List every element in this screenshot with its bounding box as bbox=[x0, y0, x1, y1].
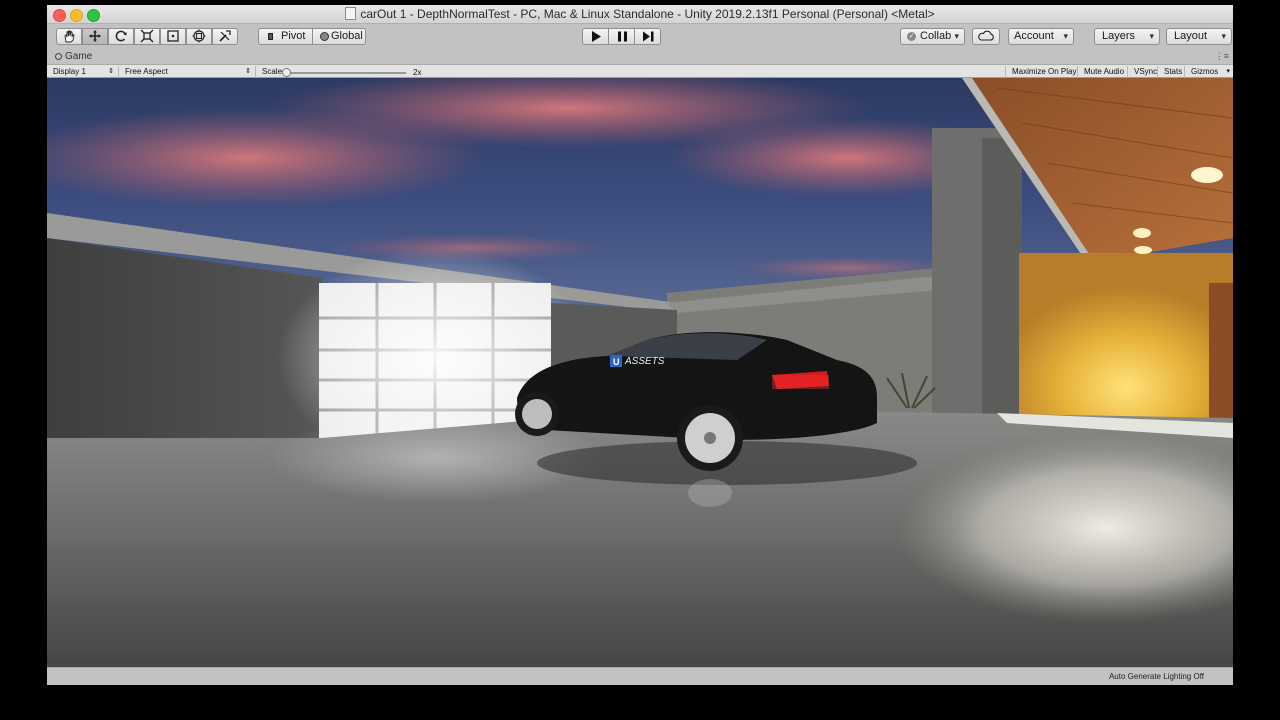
collab-label: Collab bbox=[920, 30, 952, 42]
collab-dropdown[interactable]: ✓ Collab bbox=[900, 28, 965, 45]
tab-game[interactable]: Game bbox=[55, 51, 92, 62]
step-icon bbox=[643, 31, 654, 42]
svg-text:U: U bbox=[613, 357, 620, 367]
mute-audio-toggle[interactable]: Mute Audio bbox=[1078, 66, 1128, 78]
unity-window: carOut 1 - DepthNormalTest - PC, Mac & L… bbox=[47, 5, 1233, 685]
hand-tool-button[interactable] bbox=[56, 28, 82, 45]
aspect-label: Free Aspect bbox=[125, 67, 168, 76]
scale-tool-button[interactable] bbox=[134, 28, 160, 45]
account-label: Account bbox=[1014, 30, 1054, 42]
scale-value: 2x bbox=[413, 68, 422, 77]
status-message: Auto Generate Lighting Off bbox=[1108, 672, 1204, 681]
move-icon bbox=[89, 30, 101, 42]
gizmos-dropdown[interactable]: Gizmos ▾ bbox=[1185, 66, 1233, 78]
display-label: Display 1 bbox=[53, 67, 86, 76]
display-dropdown[interactable]: Display 1 ⇕ bbox=[47, 66, 119, 78]
layers-dropdown[interactable]: Layers bbox=[1094, 28, 1160, 45]
scale-icon bbox=[140, 29, 154, 43]
chevron-down-icon: ▾ bbox=[1226, 68, 1230, 75]
pivot-icon bbox=[268, 33, 273, 40]
game-viewport[interactable]: U ASSETS bbox=[47, 78, 1233, 667]
garage-scene: U ASSETS bbox=[47, 78, 1233, 667]
cloud-button[interactable] bbox=[972, 28, 1000, 45]
car-badge-text: ASSETS bbox=[624, 356, 665, 367]
custom-tool-button[interactable] bbox=[212, 28, 238, 45]
document-icon bbox=[345, 7, 357, 20]
layers-label: Layers bbox=[1102, 30, 1136, 42]
stats-label: Stats bbox=[1164, 67, 1183, 76]
scale-control: Scale 2x bbox=[256, 66, 436, 78]
move-tool-button[interactable] bbox=[82, 28, 108, 45]
globe-icon bbox=[320, 32, 329, 41]
scale-slider-track[interactable] bbox=[286, 72, 406, 74]
main-toolbar: Pivot Global ✓ Collab Account Layers bbox=[47, 24, 1233, 50]
scale-label: Scale bbox=[262, 67, 283, 76]
window-title: carOut 1 - DepthNormalTest - PC, Mac & L… bbox=[47, 7, 1233, 21]
vsync-toggle[interactable]: VSync bbox=[1128, 66, 1158, 78]
account-dropdown[interactable]: Account bbox=[1008, 28, 1074, 45]
maximize-on-play-label: Maximize On Play bbox=[1012, 67, 1077, 76]
transform-tool-button[interactable] bbox=[186, 28, 212, 45]
play-button[interactable] bbox=[582, 28, 609, 45]
title-bar: carOut 1 - DepthNormalTest - PC, Mac & L… bbox=[47, 5, 1233, 24]
game-controller-icon bbox=[55, 53, 62, 60]
pivot-label: Pivot bbox=[281, 30, 306, 42]
rotate-tool-button[interactable] bbox=[108, 28, 134, 45]
play-icon bbox=[592, 31, 601, 42]
rotate-icon bbox=[115, 30, 127, 42]
updown-icon: ⇕ bbox=[108, 68, 114, 75]
scale-slider-thumb[interactable] bbox=[282, 68, 291, 77]
custom-tool-icon bbox=[219, 30, 231, 42]
cloud-icon bbox=[978, 30, 994, 41]
hand-icon bbox=[64, 30, 75, 43]
rect-tool-button[interactable] bbox=[160, 28, 186, 45]
panel-menu-icon[interactable]: ⋮≡ bbox=[1215, 51, 1229, 62]
pivot-toggle[interactable]: Pivot bbox=[258, 28, 313, 45]
global-label: Global bbox=[331, 30, 363, 42]
stats-toggle[interactable]: Stats bbox=[1158, 66, 1185, 78]
layout-dropdown[interactable]: Layout bbox=[1166, 28, 1232, 45]
step-button[interactable] bbox=[634, 28, 661, 45]
gizmos-label: Gizmos bbox=[1191, 67, 1219, 76]
status-bar: Auto Generate Lighting Off bbox=[47, 667, 1233, 685]
global-toggle[interactable]: Global bbox=[312, 28, 366, 45]
pause-button[interactable] bbox=[608, 28, 635, 45]
game-view-toolbar: Display 1 ⇕ Free Aspect ⇕ Scale 2x Maxim… bbox=[47, 64, 1233, 78]
rect-icon bbox=[167, 30, 179, 42]
updown-icon: ⇕ bbox=[245, 68, 251, 75]
window-title-text: carOut 1 - DepthNormalTest - PC, Mac & L… bbox=[360, 7, 935, 21]
transform-icon bbox=[192, 29, 206, 43]
maximize-on-play-toggle[interactable]: Maximize On Play bbox=[1005, 66, 1078, 78]
mute-audio-label: Mute Audio bbox=[1084, 67, 1125, 76]
tab-game-label: Game bbox=[65, 51, 93, 62]
layout-label: Layout bbox=[1174, 30, 1208, 42]
game-tab-strip: Game ⋮≡ bbox=[47, 50, 1233, 64]
collab-check-icon: ✓ bbox=[907, 32, 916, 41]
aspect-dropdown[interactable]: Free Aspect ⇕ bbox=[119, 66, 256, 78]
vsync-label: VSync bbox=[1134, 67, 1158, 76]
pause-icon bbox=[618, 31, 627, 42]
